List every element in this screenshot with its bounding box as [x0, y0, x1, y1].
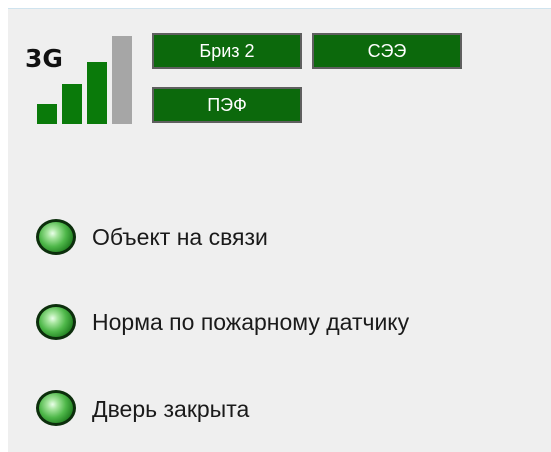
signal-bar-4 — [112, 36, 132, 124]
network-type-label: 3G — [25, 44, 63, 73]
status-label: Дверь закрыта — [92, 396, 250, 422]
status-label: Объект на связи — [92, 224, 268, 250]
green-led-icon — [36, 219, 76, 255]
status-row — [36, 300, 76, 344]
status-label: Норма по пожарному датчику — [92, 309, 410, 335]
status-row — [36, 386, 76, 430]
signal-bar-1 — [37, 104, 57, 124]
status-row — [36, 215, 76, 259]
signal-bar-2 — [62, 84, 82, 124]
tag-see[interactable]: СЭЭ — [312, 33, 462, 69]
tag-pef[interactable]: ПЭФ — [152, 87, 302, 123]
green-led-icon — [36, 304, 76, 340]
tag-briz-2[interactable]: Бриз 2 — [152, 33, 302, 69]
top-strip — [0, 0, 551, 8]
signal-indicator: 3G — [25, 32, 135, 124]
signal-bar-3 — [87, 62, 107, 124]
green-led-icon — [36, 390, 76, 426]
